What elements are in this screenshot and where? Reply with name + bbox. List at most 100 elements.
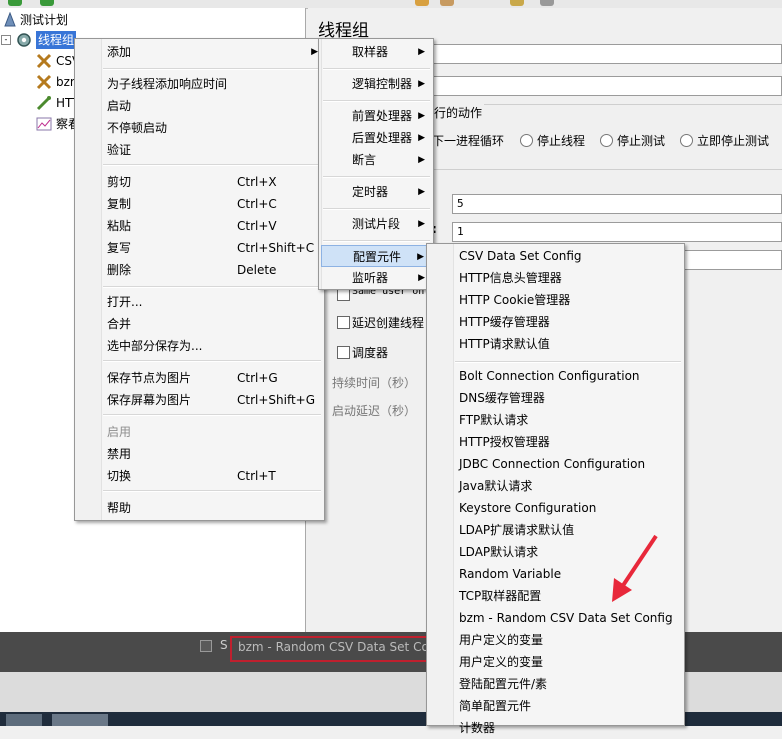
context-menu-item[interactable]: 删除 Delete [75,259,324,281]
menu-item-label: 切换 [107,469,132,483]
strip-prefix: S [220,638,228,652]
add-submenu-item[interactable]: 定时器 ▶ [321,181,431,203]
menu-item-shortcut: Ctrl+G [237,371,278,385]
context-menu-item[interactable]: 验证 [75,139,324,161]
config-submenu-item[interactable]: 计数器 [427,717,684,739]
chart-icon [36,117,52,131]
context-menu-item[interactable]: 切换 Ctrl+T [75,465,324,487]
context-menu: 添加 ▶ 为子线程添加响应时间 启动 不停顿启动 验证 剪切 Ctrl+X 复制 Ctrl+C 粘贴… [74,38,325,521]
context-menu-item[interactable]: 选中部分保存为... [75,335,324,357]
config-submenu-item[interactable]: HTTP请求默认值 [427,333,684,355]
menu-separator [323,100,430,102]
context-menu-item[interactable]: 添加 ▶ [75,41,324,63]
config-submenu-item[interactable]: CSV Data Set Config [427,245,684,267]
radio-stop-test[interactable] [600,134,613,147]
scheduler-checkbox[interactable] [337,346,350,359]
checkbox-icon [200,640,212,652]
menu-item-label: 粘贴 [107,219,132,233]
menu-item-label: 打开... [107,295,143,309]
menu-item-label: Random Variable [459,567,562,581]
run-icon[interactable] [8,0,22,6]
add-submenu-item[interactable]: 逻辑控制器 ▶ [321,73,431,95]
context-menu-item[interactable]: 禁用 [75,443,324,465]
add-submenu-item[interactable]: 断言 ▶ [321,149,431,171]
menu-separator [323,176,430,178]
add-submenu-item[interactable]: 监听器 ▶ [321,267,431,289]
config-submenu-item[interactable]: 简单配置元件 [427,695,684,717]
context-menu-item[interactable]: 剪切 Ctrl+X [75,171,324,193]
context-menu-item[interactable]: 复制 Ctrl+C [75,193,324,215]
taskbar-button[interactable] [6,714,42,726]
config-submenu-item[interactable]: HTTP授权管理器 [427,431,684,453]
context-menu-item[interactable]: 启动 [75,95,324,117]
menu-item-label: 取样器 [352,45,389,59]
radio-stop-now[interactable] [680,134,693,147]
context-menu-item[interactable]: 保存屏幕为图片 Ctrl+Shift+G [75,389,324,411]
delay-create-checkbox[interactable] [337,316,350,329]
menu-item-shortcut: Ctrl+T [237,469,276,483]
context-menu-item[interactable]: 复写 Ctrl+Shift+C [75,237,324,259]
menu-item-label: 验证 [107,143,132,157]
context-menu-item[interactable]: 不停顿启动 [75,117,324,139]
menu-item-label: LDAP默认请求 [459,545,539,559]
add-submenu-item[interactable]: 配置元件 ▶ [321,245,431,267]
config-submenu-item[interactable]: 用户定义的变量 [427,629,684,651]
chevron-right-icon: ▶ [417,252,424,262]
config-submenu-item[interactable]: DNS缓存管理器 [427,387,684,409]
config-submenu-item[interactable]: Bolt Connection Configuration [427,365,684,387]
config-submenu-item[interactable]: HTTP Cookie管理器 [427,289,684,311]
menu-item-label: 前置处理器 [352,109,413,123]
radio-stop-now-label[interactable]: 立即停止测试 [697,132,769,149]
menu-item-label: 保存节点为图片 [107,371,192,385]
menu-item-label: 为子线程添加响应时间 [107,77,228,91]
reset-search-icon[interactable] [540,0,554,6]
run-no-pause-icon[interactable] [40,0,54,6]
config-submenu-item[interactable]: Keystore Configuration [427,497,684,519]
comment-field[interactable] [430,76,782,96]
radio-next-loop-label[interactable]: 下一进程循环 [432,132,504,149]
threads-field[interactable]: 5 [452,194,782,214]
menu-separator [103,286,321,288]
config-submenu-item[interactable]: 用户定义的变量 [427,651,684,673]
menu-item-label: 后置处理器 [352,131,413,145]
config-submenu-item[interactable]: FTP默认请求 [427,409,684,431]
context-menu-item[interactable]: 帮助 [75,497,324,519]
chevron-right-icon: ▶ [418,111,425,121]
radio-stop-thread[interactable] [520,134,533,147]
add-submenu-item[interactable]: 取样器 ▶ [321,41,431,63]
add-submenu-item[interactable]: 测试片段 ▶ [321,213,431,235]
context-menu-item[interactable]: 启用 [75,421,324,443]
taskbar-button[interactable] [52,714,108,726]
menu-item-shortcut: Ctrl+Shift+G [237,393,316,407]
menu-item-label: JDBC Connection Configuration [459,457,646,471]
radio-stop-thread-label[interactable]: 停止线程 [537,132,585,149]
config-submenu-item[interactable]: JDBC Connection Configuration [427,453,684,475]
rampup-field[interactable]: 1 [452,222,782,242]
context-menu-item[interactable]: 为子线程添加响应时间 [75,73,324,95]
search-icon[interactable] [510,0,524,6]
chevron-right-icon: ▶ [418,47,425,57]
clear-icon[interactable] [415,0,429,6]
context-menu-item[interactable]: 粘贴 Ctrl+V [75,215,324,237]
startup-delay-label: 启动延迟（秒） [332,404,417,418]
clear-all-icon[interactable] [440,0,454,6]
gear-icon [17,33,31,47]
config-submenu-item[interactable]: HTTP缓存管理器 [427,311,684,333]
config-submenu-item[interactable]: 登陆配置元件/素 [427,673,684,695]
menu-item-label: 配置元件 [353,250,402,264]
menu-item-label: HTTP授权管理器 [459,435,550,449]
menu-item-label: TCP取样器配置 [459,589,542,603]
config-submenu-item[interactable]: Java默认请求 [427,475,684,497]
config-submenu-item[interactable]: bzm - Random CSV Data Set Config [427,607,684,629]
duration-label: 持续时间（秒） [332,376,417,390]
collapse-toggle-icon[interactable]: - [1,35,11,45]
context-menu-item[interactable]: 合并 [75,313,324,335]
menu-item-shortcut: Delete [237,263,277,277]
add-submenu-item[interactable]: 前置处理器 ▶ [321,105,431,127]
add-submenu-item[interactable]: 后置处理器 ▶ [321,127,431,149]
context-menu-item[interactable]: 打开... [75,291,324,313]
config-submenu-item[interactable]: HTTP信息头管理器 [427,267,684,289]
name-field[interactable] [430,44,782,64]
radio-stop-test-label[interactable]: 停止测试 [617,132,665,149]
context-menu-item[interactable]: 保存节点为图片 Ctrl+G [75,367,324,389]
